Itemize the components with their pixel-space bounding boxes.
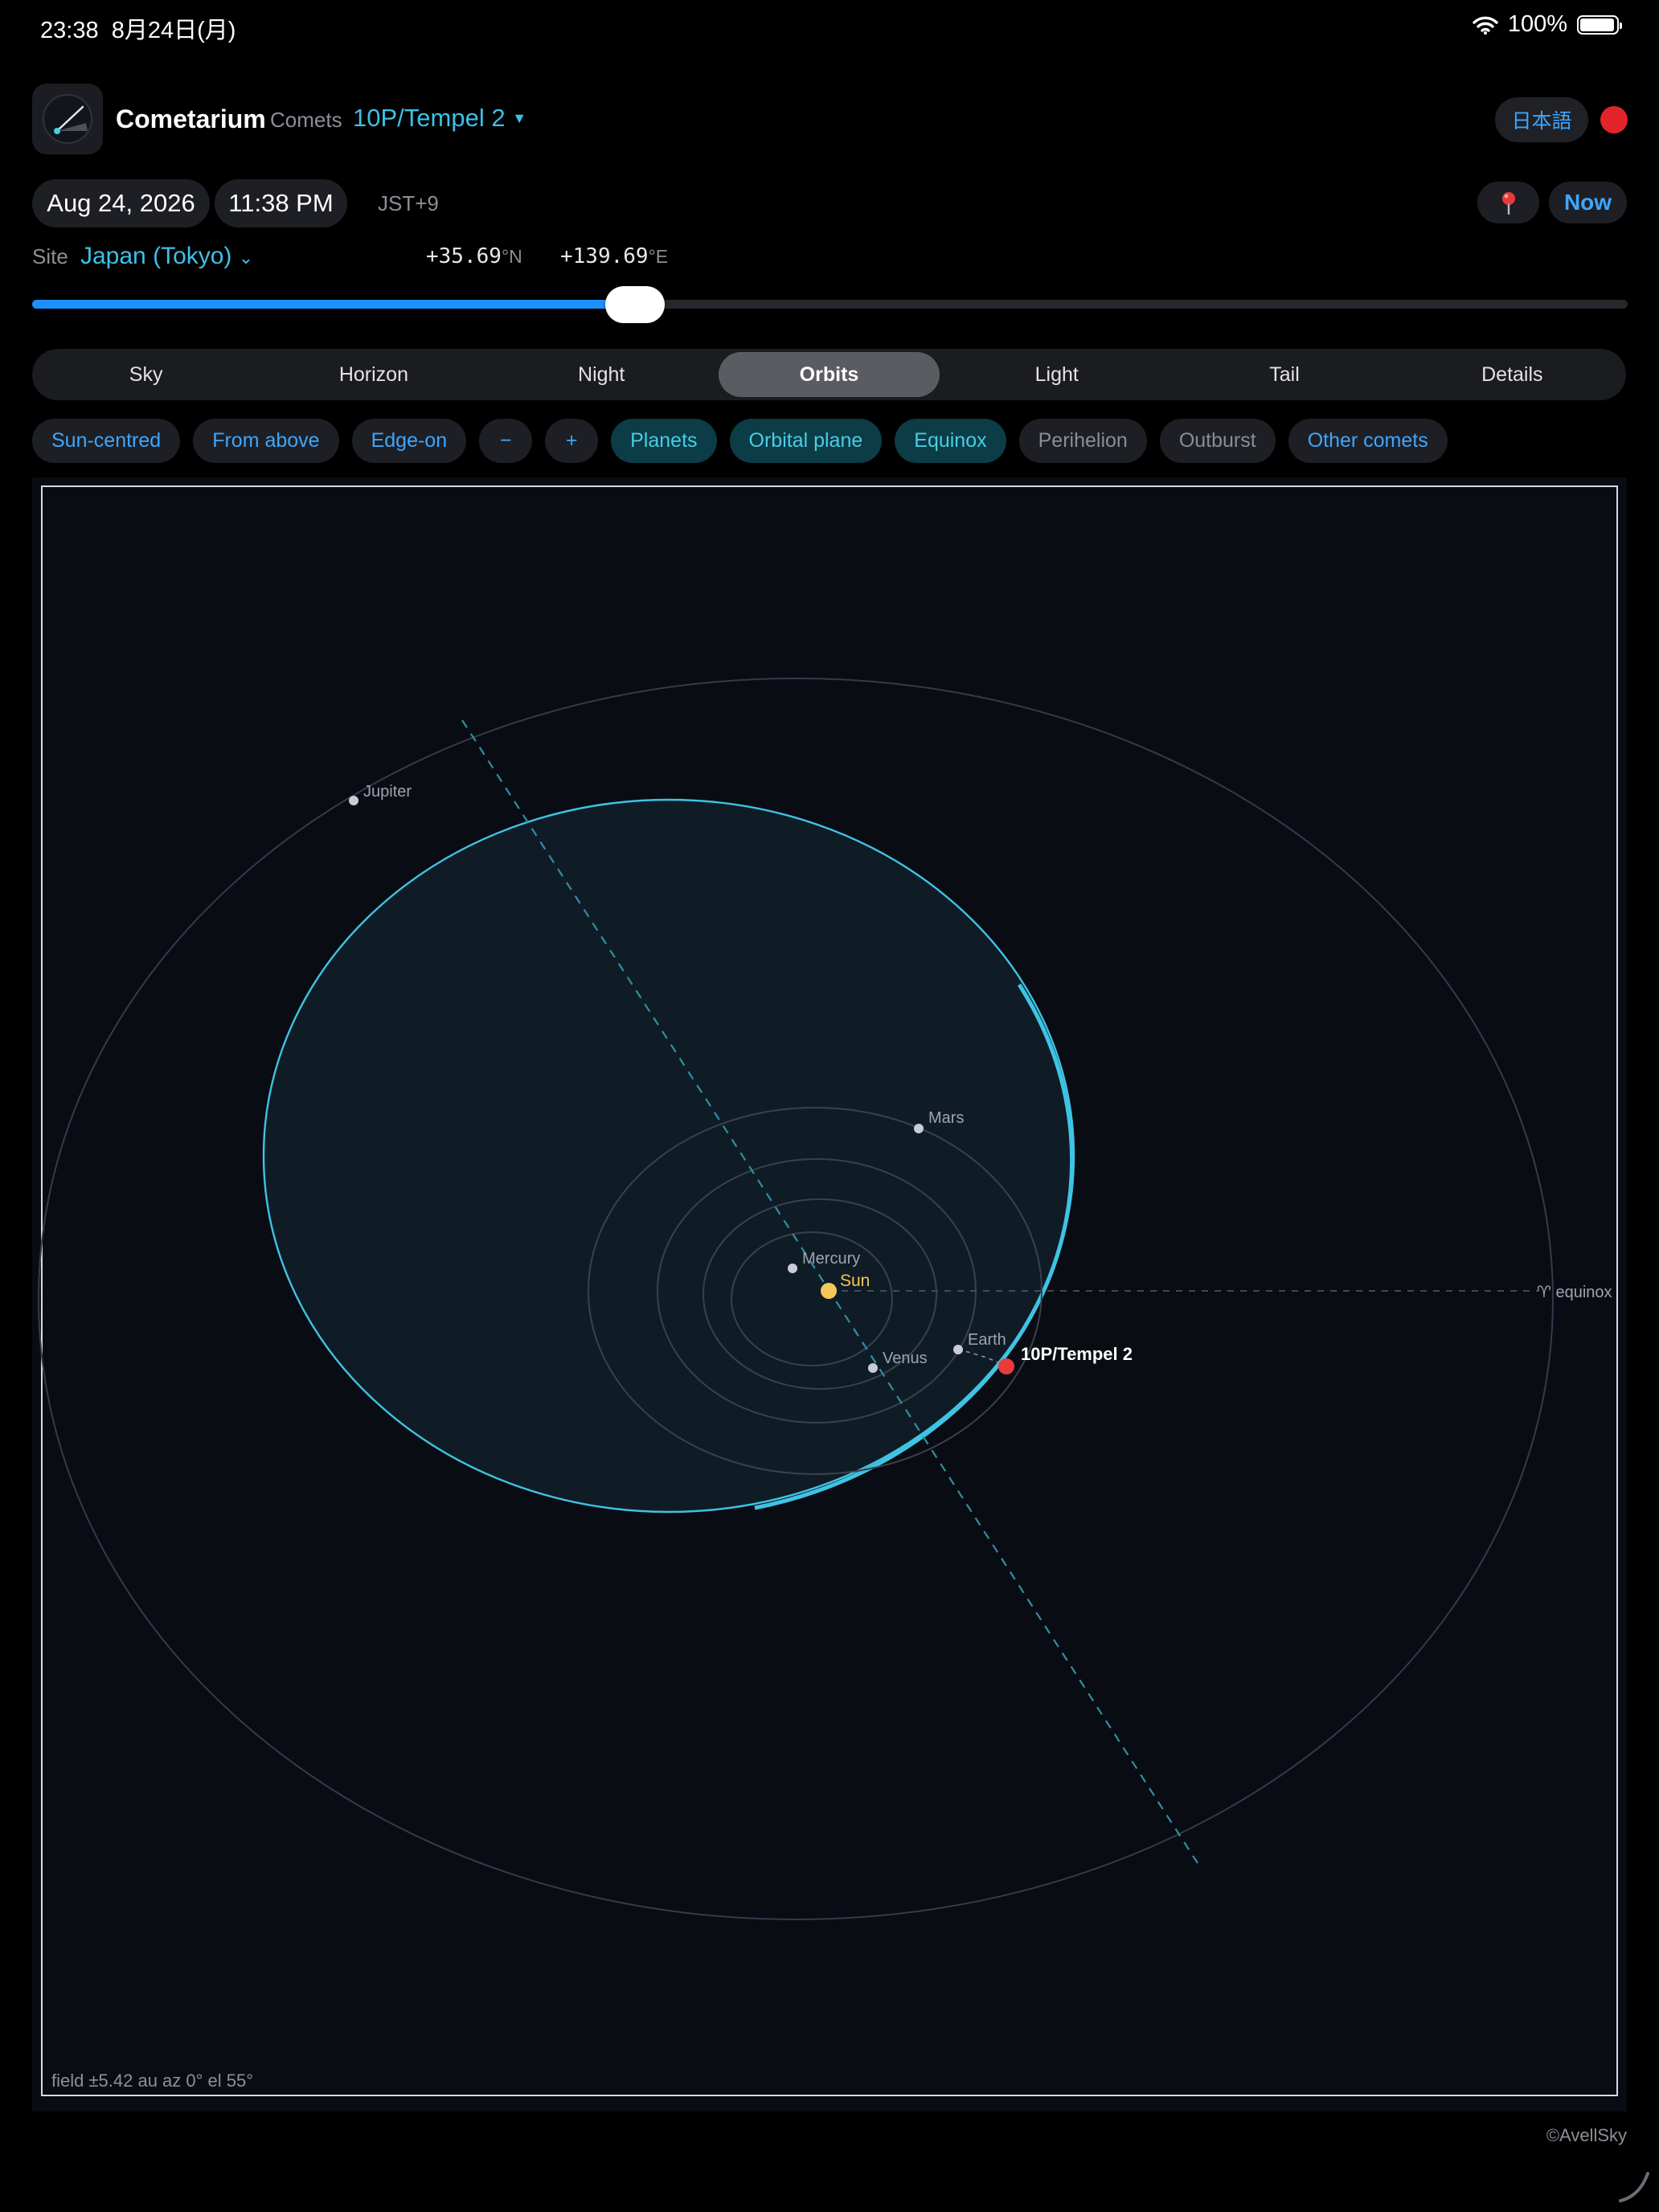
status-indicators: 100% <box>1473 11 1622 38</box>
comet-selector-label: 10P/Tempel 2 <box>353 104 506 132</box>
battery-icon <box>1577 14 1622 35</box>
tab-horizon[interactable]: Horizon <box>263 352 484 397</box>
timezone-label: JST+9 <box>378 191 439 215</box>
toggle-edge-on-button[interactable]: Edge-on <box>351 419 467 463</box>
longitude-readout: +139.69°E <box>560 244 669 268</box>
orbit-toggles: Sun-centred From above Edge-on − + Planets Orb… <box>32 419 1448 463</box>
tab-sky[interactable]: Sky <box>35 352 256 397</box>
app-title: Cometarium <box>116 104 266 133</box>
toggle-outburst-button[interactable]: Outburst <box>1159 419 1276 463</box>
map-pin-icon <box>1501 192 1515 215</box>
site-selector[interactable]: Japan (Tokyo) ⌄ <box>80 243 253 270</box>
toggle-other-comets-button[interactable]: Other comets <box>1288 419 1448 463</box>
resize-handle-icon[interactable] <box>1616 2167 1653 2204</box>
caret-down-icon: ▼ <box>512 110 527 126</box>
app-logo-icon <box>32 84 103 154</box>
location-pin-button[interactable] <box>1477 182 1539 223</box>
tab-tail[interactable]: Tail <box>1174 352 1395 397</box>
toggle-planets-button[interactable]: Planets <box>611 419 717 463</box>
tab-night[interactable]: Night <box>491 352 712 397</box>
toggle-perihelion-button[interactable]: Perihelion <box>1018 419 1147 463</box>
time-slider-fill <box>32 300 636 309</box>
tab-light[interactable]: Light <box>946 352 1167 397</box>
view-tabs: Sky Horizon Night Orbits Light Tail Details <box>32 349 1626 400</box>
wifi-icon <box>1473 16 1498 35</box>
status-time: 23:38 8月24日(月) <box>40 18 236 43</box>
toggle-zoom-out-button[interactable]: − <box>479 419 533 463</box>
tab-details[interactable]: Details <box>1402 352 1623 397</box>
comets-label: Comets <box>270 108 342 132</box>
chevron-down-icon: ⌄ <box>238 248 254 268</box>
battery-percent: 100% <box>1507 11 1567 37</box>
site-selector-label: Japan (Tokyo) <box>80 243 232 269</box>
comet-selector[interactable]: 10P/Tempel 2 ▼ <box>353 104 526 133</box>
language-button[interactable]: 日本語 <box>1495 97 1588 142</box>
credit-label: ©AvellSky <box>1546 2125 1627 2145</box>
record-indicator[interactable] <box>1600 106 1628 133</box>
date-picker[interactable]: Aug 24, 2026 <box>32 179 210 227</box>
toggle-orbital-plane-button[interactable]: Orbital plane <box>729 419 883 463</box>
toggle-sun-centred-button[interactable]: Sun-centred <box>32 419 181 463</box>
toggle-equinox-button[interactable]: Equinox <box>895 419 1006 463</box>
time-picker[interactable]: 11:38 PM <box>215 179 347 227</box>
toggle-from-above-button[interactable]: From above <box>193 419 339 463</box>
toggle-zoom-in-button[interactable]: + <box>545 419 599 463</box>
tab-orbits[interactable]: Orbits <box>718 352 940 397</box>
field-readout: field ±5.42 au az 0° el 55° <box>51 2071 254 2091</box>
now-button[interactable]: Now <box>1549 182 1627 223</box>
latitude-readout: +35.69°N <box>426 244 522 268</box>
time-slider-thumb[interactable] <box>605 286 666 323</box>
site-label: Site <box>32 244 68 268</box>
orbit-plot-frame <box>41 485 1618 2096</box>
